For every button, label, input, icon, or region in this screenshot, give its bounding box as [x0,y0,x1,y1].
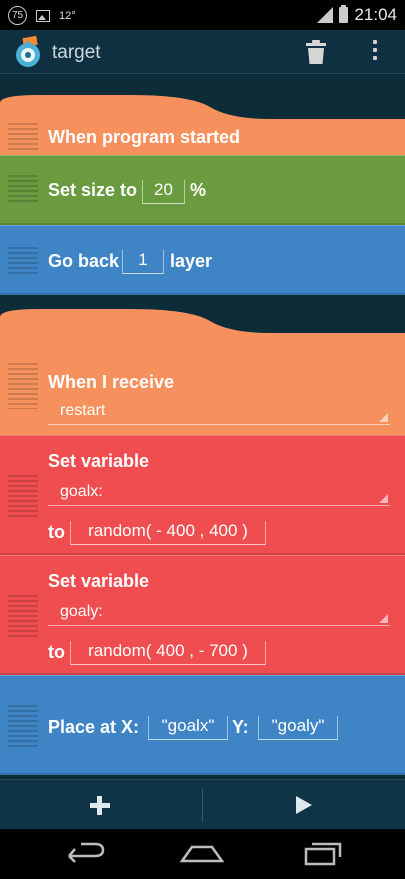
variable-value: goalx: [60,483,103,500]
hat-brick-top [0,309,405,337]
status-bar: 75 12° 21:04 [0,0,405,30]
page-title: target [52,42,101,63]
recent-apps-icon[interactable] [292,839,352,869]
layer-count-field[interactable]: 1 [122,250,164,274]
brick-place-at[interactable]: Place at X: "goalx" Y: "goaly" [0,675,405,775]
brick-label-x: Place at X: [48,717,140,737]
layer-unit: layer [170,251,213,271]
brick-set-variable-goaly[interactable]: Set variable goaly: to random( 400 , - 7… [0,555,405,675]
brick-label: When program started [48,127,241,147]
script-area[interactable]: When program started Set size to 20 % Go… [0,75,405,779]
temperature-indicator: 12° [59,9,76,22]
image-notification-icon [36,9,50,22]
dropdown-arrow-icon [379,614,388,623]
message-dropdown[interactable]: restart [48,399,390,425]
signal-icon [317,7,334,23]
dropdown-arrow-icon [379,413,388,422]
trash-icon[interactable] [305,39,327,65]
to-label: to [48,642,65,662]
x-value-field[interactable]: "goalx" [148,716,228,740]
variable-value: goaly: [60,603,103,620]
dropdown-arrow-icon [379,494,388,503]
play-icon [296,796,312,814]
back-icon[interactable] [55,839,115,869]
hat-brick-top [0,95,405,123]
variable-dropdown[interactable]: goalx: [48,480,390,506]
home-icon[interactable] [172,839,232,869]
overflow-menu-icon[interactable] [370,40,380,64]
brick-label: Go back [48,251,120,271]
to-label: to [48,522,65,542]
variable-dropdown[interactable]: goaly: [48,600,390,626]
clock: 21:04 [354,5,397,24]
brick-when-i-receive[interactable]: When I receive restart [0,335,405,435]
brick-label: When I receive [48,372,175,392]
action-bar: target [0,30,405,74]
formula-field[interactable]: random( - 400 , 400 ) [70,521,266,545]
brick-set-variable-goalx[interactable]: Set variable goalx: to random( - 400 , 4… [0,435,405,555]
size-value-field[interactable]: 20 [142,180,185,204]
formula-field[interactable]: random( 400 , - 700 ) [70,641,266,665]
add-brick-button[interactable] [0,780,202,830]
y-value-field[interactable]: "goaly" [258,716,338,740]
bottom-bar [0,779,405,829]
brick-label: Set variable [48,451,150,471]
size-unit: % [190,180,207,200]
play-button[interactable] [203,780,405,830]
notification-badge-icon: 75 [8,6,27,25]
brick-label: Set variable [48,571,150,591]
brick-when-program-started[interactable]: When program started [0,121,405,155]
brick-set-size[interactable]: Set size to 20 % [0,155,405,225]
brick-label: Set size to [48,180,138,200]
battery-icon [339,5,349,23]
navigation-bar [0,829,405,879]
app-logo-icon[interactable] [14,36,44,68]
brick-go-back[interactable]: Go back 1 layer [0,225,405,295]
message-value: restart [60,402,106,419]
brick-label-y: Y: [232,717,249,737]
